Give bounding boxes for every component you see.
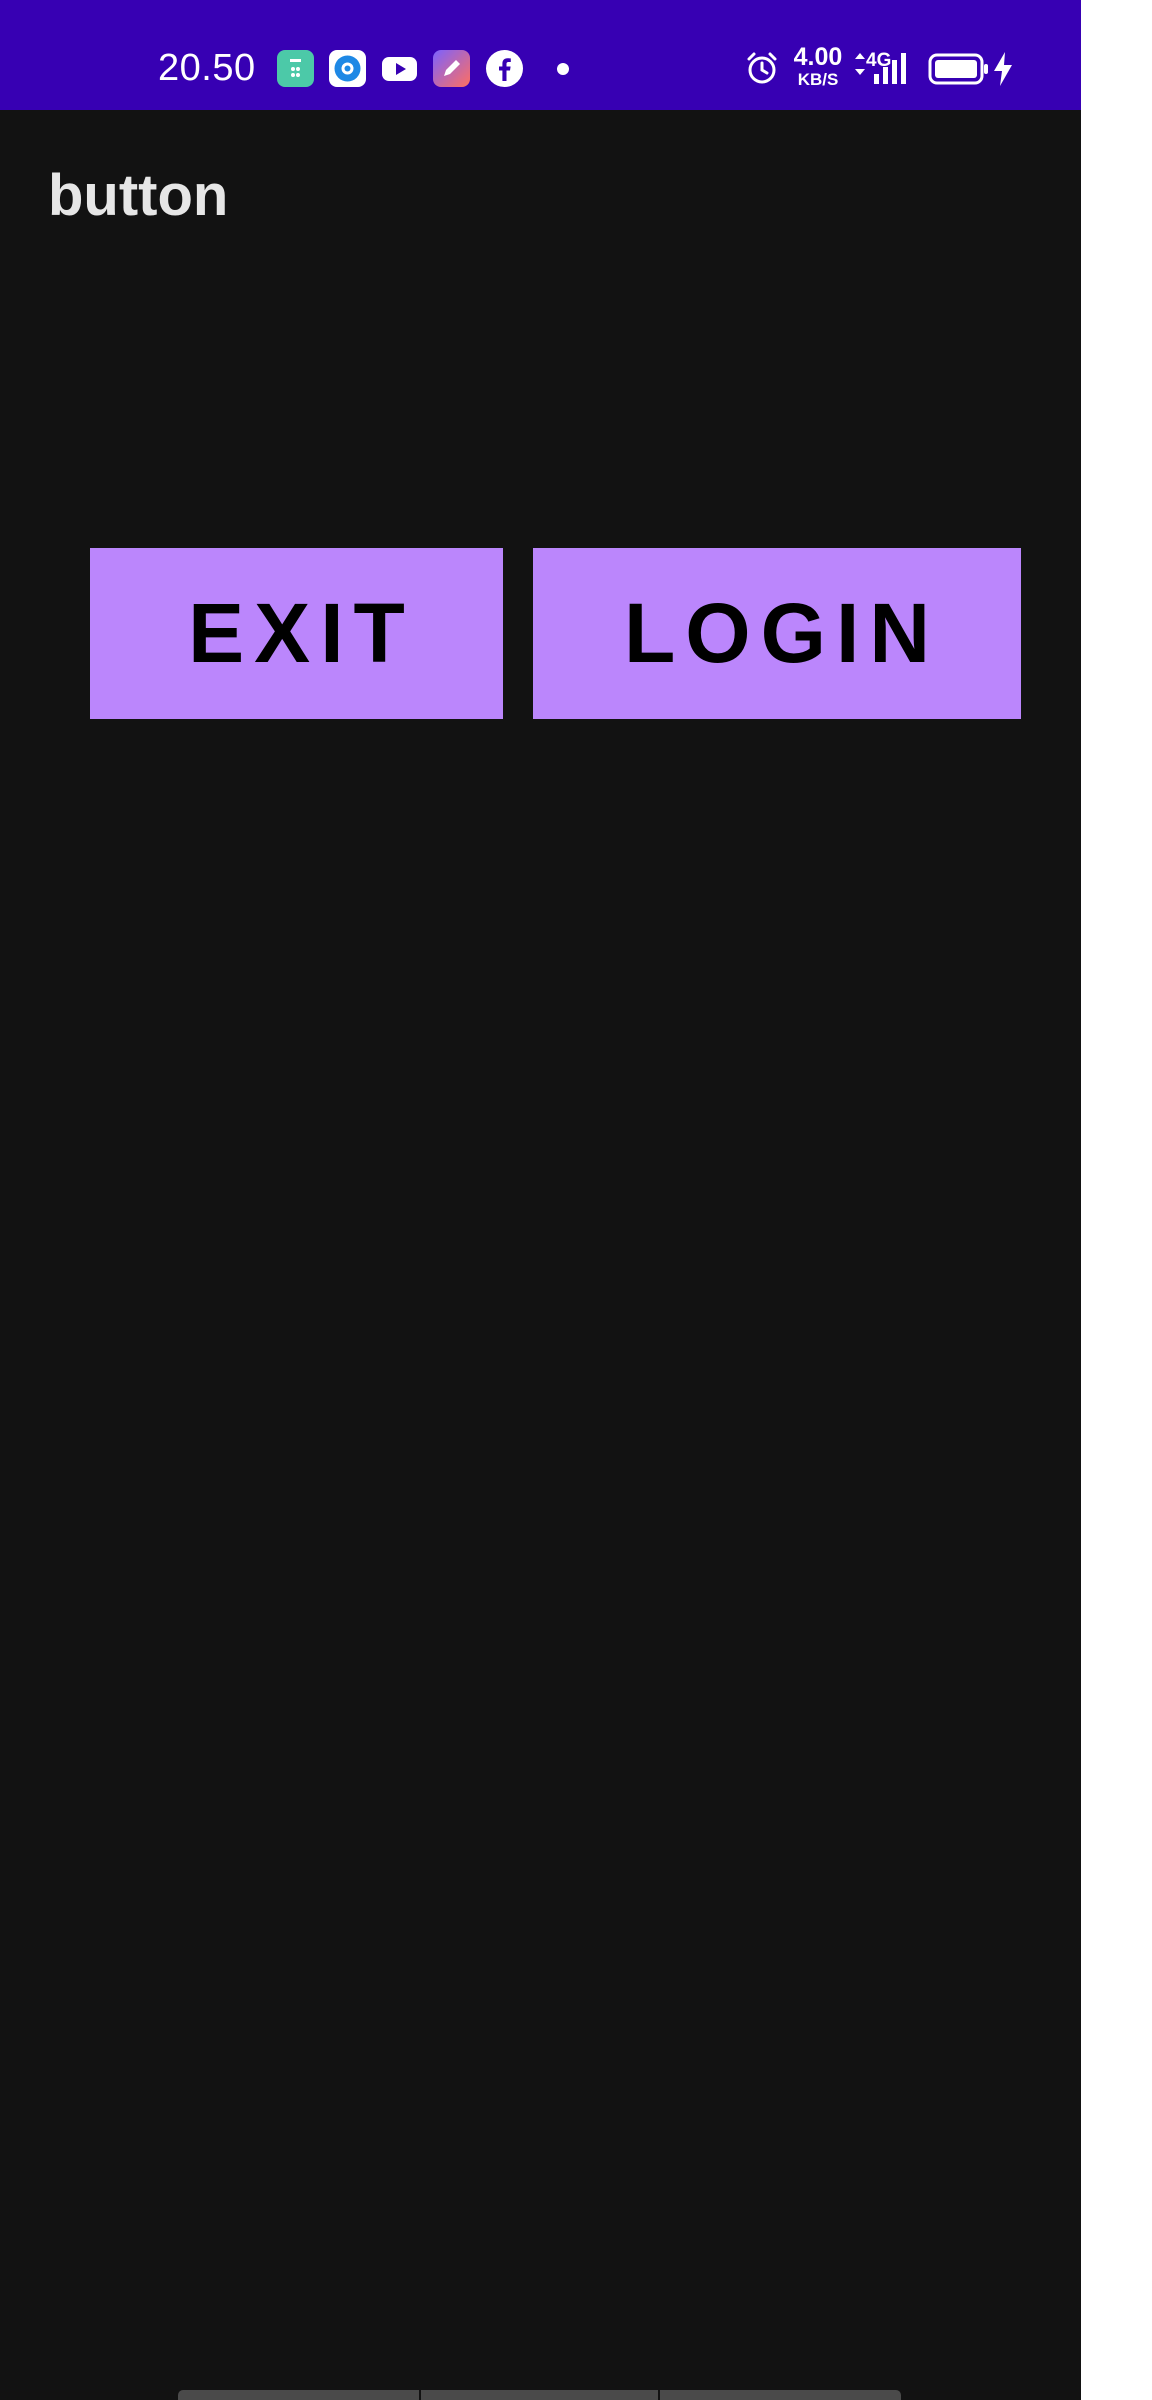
youtube-icon bbox=[381, 50, 418, 87]
facebook-icon bbox=[486, 50, 523, 87]
more-notifications-dot-icon bbox=[556, 62, 570, 81]
status-time: 20.50 bbox=[158, 47, 256, 89]
alarm-icon bbox=[744, 50, 780, 91]
app-screen: 20.50 4.00 KB/S 4G button EXIT LOGIN bbox=[0, 0, 1081, 2400]
app-title: button bbox=[48, 163, 229, 228]
network-speed-unit: KB/S bbox=[797, 70, 839, 89]
browser-app-icon bbox=[329, 50, 366, 87]
network-speed-value: 4.00 bbox=[793, 43, 843, 71]
charging-bolt-icon bbox=[992, 51, 1014, 92]
navigation-gesture-bar[interactable] bbox=[178, 2390, 901, 2400]
editor-app-icon bbox=[433, 50, 470, 87]
gesture-bar-divider bbox=[419, 2390, 421, 2400]
exit-button[interactable]: EXIT bbox=[90, 548, 503, 719]
login-button[interactable]: LOGIN bbox=[533, 548, 1021, 719]
signal-bars-icon bbox=[872, 52, 912, 91]
network-speed: 4.00 KB/S bbox=[790, 43, 846, 89]
gesture-bar-divider bbox=[658, 2390, 660, 2400]
battery-icon bbox=[928, 53, 990, 90]
cleaner-app-icon bbox=[277, 50, 314, 87]
status-bar: 20.50 4.00 KB/S 4G bbox=[0, 0, 1081, 110]
